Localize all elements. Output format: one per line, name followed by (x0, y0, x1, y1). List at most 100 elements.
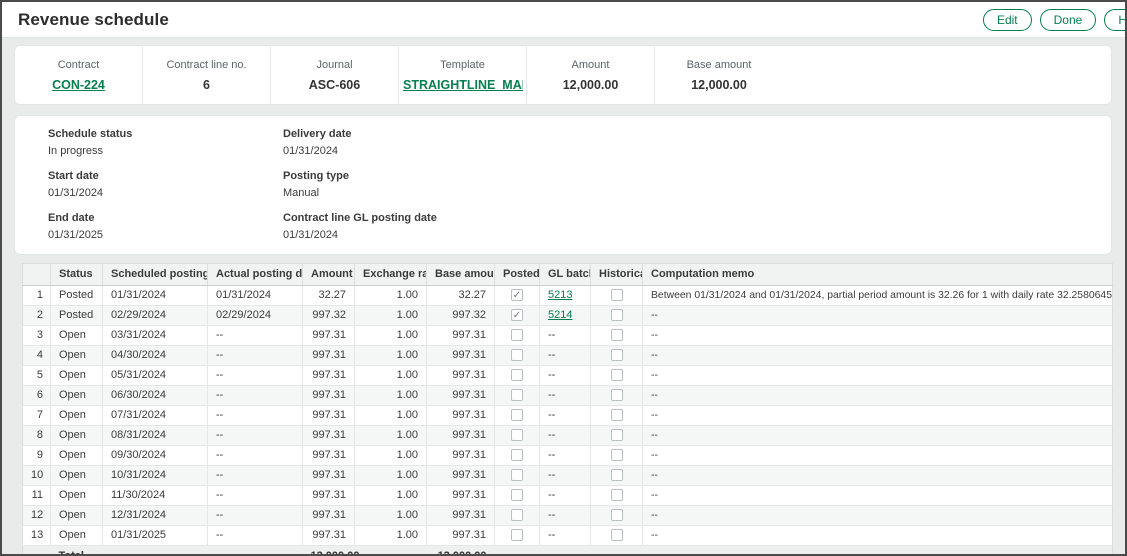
total-row: Total12,000.0012,000.00 (23, 546, 1113, 556)
detail-label: End date (48, 211, 283, 225)
total-label: Total (51, 546, 303, 556)
row-number-cell: 7 (23, 406, 51, 426)
computation-memo-cell: -- (643, 446, 1113, 466)
table-row: 12Open12/31/2024--997.311.00997.31---- (23, 506, 1113, 526)
posted-cell (495, 506, 540, 526)
scheduled-date-cell: 08/31/2024 (103, 426, 208, 446)
base-amount-cell: 997.31 (427, 526, 495, 546)
posted-checkbox[interactable] (511, 329, 523, 341)
amount-cell: 997.31 (303, 446, 355, 466)
detail-value: 01/31/2024 (283, 228, 437, 242)
historical-checkbox[interactable] (611, 389, 623, 401)
gl-batch-cell: 5214 (540, 306, 591, 326)
summary-field-label: Template (403, 59, 522, 71)
historical-checkbox[interactable] (611, 329, 623, 341)
detail-field-delivery-date: Delivery date01/31/2024 (283, 127, 437, 158)
actual-date-cell: -- (208, 526, 303, 546)
base-amount-cell: 997.31 (427, 466, 495, 486)
historical-checkbox[interactable] (611, 449, 623, 461)
summary-field-label: Amount (531, 59, 650, 71)
gl-batch-link[interactable]: 5213 (548, 289, 572, 301)
posted-cell (495, 406, 540, 426)
exchange-rate-cell: 1.00 (355, 406, 427, 426)
historical-checkbox[interactable] (611, 289, 623, 301)
total-amount: 12,000.00 (303, 546, 355, 556)
posted-checkbox[interactable] (511, 389, 523, 401)
exchange-rate-cell: 1.00 (355, 326, 427, 346)
historical-checkbox[interactable] (611, 349, 623, 361)
actual-date-cell: 02/29/2024 (208, 306, 303, 326)
gl-batch-link[interactable]: 5214 (548, 309, 572, 321)
template-link[interactable]: STRAIGHTLINE_MANUAL (403, 78, 523, 92)
help-button[interactable]: H (1104, 9, 1127, 31)
historical-cell (591, 506, 643, 526)
historical-checkbox[interactable] (611, 369, 623, 381)
gl-batch-cell: 5213 (540, 286, 591, 306)
summary-field-label: Journal (275, 59, 394, 71)
col-header-base-amount: Base amount (427, 264, 495, 286)
posted-cell (495, 446, 540, 466)
details-left-column: Schedule statusIn progressStart date01/3… (48, 127, 283, 242)
posted-checkbox[interactable] (511, 469, 523, 481)
detail-label: Contract line GL posting date (283, 211, 437, 225)
table-row: 1Posted01/31/202401/31/202432.271.0032.2… (23, 286, 1113, 306)
edit-button[interactable]: Edit (983, 9, 1032, 31)
historical-cell (591, 526, 643, 546)
status-cell: Open (51, 426, 103, 446)
amount-cell: 997.31 (303, 386, 355, 406)
historical-checkbox[interactable] (611, 509, 623, 521)
historical-checkbox[interactable] (611, 529, 623, 541)
exchange-rate-cell: 1.00 (355, 466, 427, 486)
row-number-cell: 3 (23, 326, 51, 346)
base-amount-cell: 997.31 (427, 366, 495, 386)
posted-cell: ✓ (495, 306, 540, 326)
amount-cell: 997.31 (303, 346, 355, 366)
posted-checkbox[interactable] (511, 529, 523, 541)
details-right-column: Delivery date01/31/2024Posting typeManua… (283, 127, 437, 242)
status-cell: Open (51, 486, 103, 506)
summary-field-value: 12,000.00 (531, 78, 650, 92)
scheduled-date-cell: 10/31/2024 (103, 466, 208, 486)
actual-date-cell: -- (208, 426, 303, 446)
status-cell: Open (51, 506, 103, 526)
table-row: 11Open11/30/2024--997.311.00997.31---- (23, 486, 1113, 506)
detail-value: Manual (283, 186, 437, 200)
historical-cell (591, 386, 643, 406)
header-actions: Edit Done H (983, 9, 1127, 31)
posted-cell (495, 326, 540, 346)
col-header-computation-memo: Computation memo (643, 264, 1113, 286)
historical-checkbox[interactable] (611, 489, 623, 501)
summary-field-contract-line-no: Contract line no.6 (143, 46, 271, 104)
posted-checkbox[interactable]: ✓ (511, 289, 523, 301)
posted-checkbox[interactable] (511, 509, 523, 521)
historical-checkbox[interactable] (611, 409, 623, 421)
gl-batch-cell: -- (540, 366, 591, 386)
posted-checkbox[interactable] (511, 409, 523, 421)
historical-cell (591, 466, 643, 486)
scheduled-date-cell: 05/31/2024 (103, 366, 208, 386)
detail-label: Schedule status (48, 127, 283, 141)
summary-field-contract: ContractCON-224 (15, 46, 143, 104)
posted-checkbox[interactable] (511, 369, 523, 381)
historical-checkbox[interactable] (611, 469, 623, 481)
scheduled-date-cell: 04/30/2024 (103, 346, 208, 366)
row-number-cell: 6 (23, 386, 51, 406)
posted-checkbox[interactable]: ✓ (511, 309, 523, 321)
done-button[interactable]: Done (1040, 9, 1097, 31)
posted-checkbox[interactable] (511, 429, 523, 441)
historical-checkbox[interactable] (611, 429, 623, 441)
computation-memo-cell: -- (643, 466, 1113, 486)
row-number-cell: 11 (23, 486, 51, 506)
historical-checkbox[interactable] (611, 309, 623, 321)
base-amount-cell: 997.31 (427, 346, 495, 366)
posted-checkbox[interactable] (511, 489, 523, 501)
table-row: 5Open05/31/2024--997.311.00997.31---- (23, 366, 1113, 386)
posted-checkbox[interactable] (511, 449, 523, 461)
col-header-amount: Amount (303, 264, 355, 286)
historical-cell (591, 286, 643, 306)
col-header-posted: Posted (495, 264, 540, 286)
posted-checkbox[interactable] (511, 349, 523, 361)
contract-link[interactable]: CON-224 (52, 78, 105, 92)
summary-field-journal: JournalASC-606 (271, 46, 399, 104)
historical-cell (591, 426, 643, 446)
